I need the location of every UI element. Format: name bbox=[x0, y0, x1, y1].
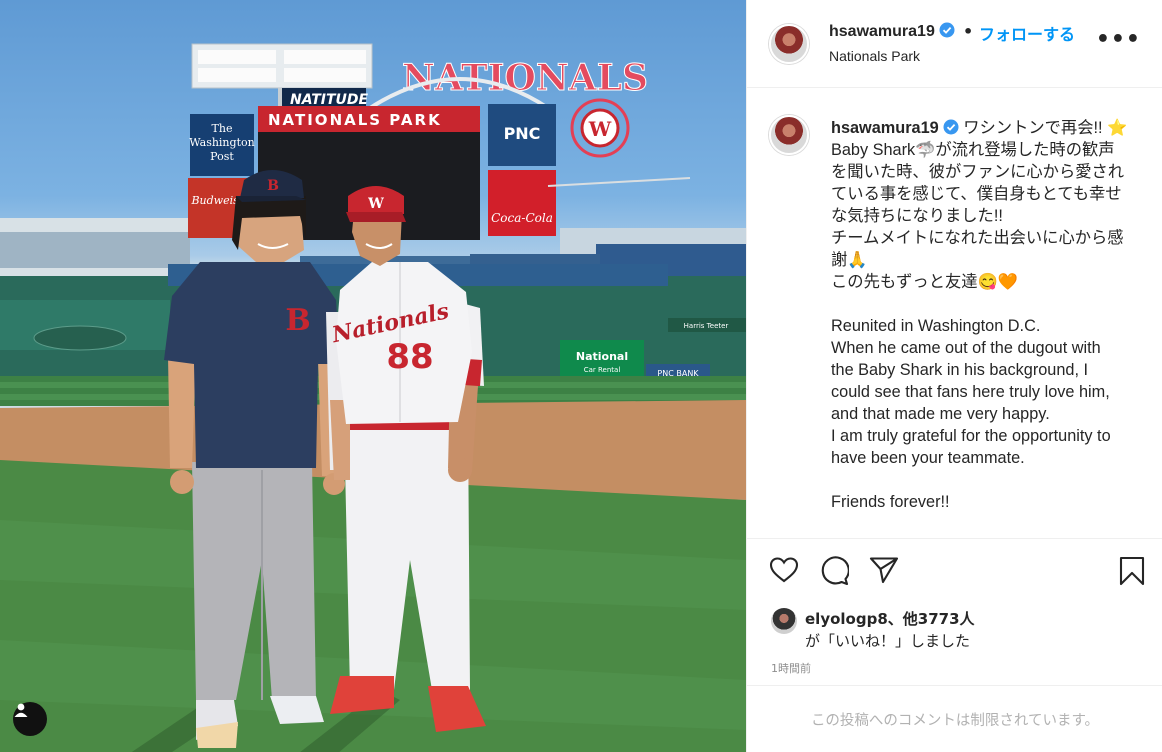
liker-username[interactable]: elyologp8 bbox=[805, 610, 888, 628]
caption-english-line: and that made me very happy. bbox=[831, 405, 1050, 423]
post-timestamp[interactable]: 1時間前 bbox=[771, 660, 811, 676]
action-bar bbox=[747, 538, 1162, 602]
red-sox-logo: B bbox=[285, 303, 310, 338]
caption-english-line: have been your teammate. bbox=[831, 449, 1025, 467]
follow-button[interactable]: フォローする bbox=[979, 21, 1075, 45]
comments-disabled-notice: この投稿へのコメントは制限されています。 bbox=[747, 685, 1162, 752]
svg-text:PNC: PNC bbox=[504, 124, 541, 143]
svg-text:The: The bbox=[212, 122, 233, 135]
verified-icon bbox=[943, 119, 959, 135]
caption-line: な気持ちになりました!! bbox=[831, 207, 1003, 225]
caption-line: 謝🙏 bbox=[831, 251, 868, 269]
caption-line: ている事を感じて、僕自身もとても幸せ bbox=[831, 185, 1122, 203]
caption-line: Baby Shark🦈が流れ登場した時の歓声 bbox=[831, 141, 1115, 159]
svg-text:Coca-Cola: Coca-Cola bbox=[491, 211, 553, 225]
caption-line: チームメイトになれた出会いに心から感 bbox=[831, 229, 1124, 247]
svg-text:Harris Teeter: Harris Teeter bbox=[684, 322, 729, 330]
svg-text:Post: Post bbox=[210, 150, 234, 163]
likes-count[interactable]: 、他3773人 bbox=[888, 610, 975, 628]
caption-line: この先もずっと友達😋🧡 bbox=[831, 273, 1019, 291]
avatar[interactable] bbox=[769, 24, 809, 64]
caption-english-line: I am truly grateful for the opportunity … bbox=[831, 427, 1111, 445]
jersey-number: 88 bbox=[386, 337, 433, 377]
user-tag-icon bbox=[14, 703, 28, 717]
comment-icon[interactable] bbox=[819, 556, 849, 586]
liker-avatar[interactable] bbox=[771, 608, 797, 634]
caption-username[interactable]: hsawamura19 bbox=[831, 119, 959, 137]
caption-line: ワシントンで再会!! ⭐ bbox=[963, 119, 1128, 137]
svg-text:National: National bbox=[576, 350, 628, 363]
caption-avatar[interactable] bbox=[769, 115, 809, 155]
likes-suffix: が「いいね！」しました bbox=[805, 632, 971, 650]
svg-text:W: W bbox=[588, 117, 612, 141]
bookmark-icon[interactable] bbox=[1119, 556, 1145, 586]
svg-text:W: W bbox=[367, 196, 384, 212]
post-sidebar: hsawamura19 • フォローする Nationals Park ••• … bbox=[746, 0, 1162, 752]
post-header: hsawamura19 • フォローする Nationals Park ••• bbox=[747, 0, 1162, 88]
separator-dot: • bbox=[963, 22, 974, 41]
verified-icon bbox=[939, 22, 955, 38]
heart-icon[interactable] bbox=[769, 556, 799, 584]
svg-text:NATIONALS PARK: NATIONALS PARK bbox=[268, 111, 442, 129]
caption-english-line: Reunited in Washington D.C. bbox=[831, 317, 1041, 335]
caption-closing: Friends forever!! bbox=[831, 493, 950, 511]
caption-text: hsawamura19 ワシントンで再会!! ⭐ Baby Shark🦈が流れ登… bbox=[831, 117, 1151, 513]
svg-text:Car Rental: Car Rental bbox=[584, 366, 621, 374]
caption-english-line: When he came out of the dugout with bbox=[831, 339, 1101, 357]
stadium-scene: NATIONALS NATITUDE NATIONALS PARK The Wa… bbox=[0, 43, 746, 752]
caption-english-line: the Baby Shark in his background, I bbox=[831, 361, 1089, 379]
svg-text:NATITUDE: NATITUDE bbox=[290, 92, 369, 108]
post-username[interactable]: hsawamura19 bbox=[829, 22, 955, 41]
caption-line: を聞いた時、彼がファンに心から愛され bbox=[831, 163, 1125, 181]
caption-area: hsawamura19 ワシントンで再会!! ⭐ Baby Shark🦈が流れ登… bbox=[747, 89, 1162, 537]
caption-english-line: could see that fans here truly love him, bbox=[831, 383, 1110, 401]
share-icon[interactable] bbox=[869, 556, 899, 584]
svg-text:Washington: Washington bbox=[189, 136, 254, 149]
post-location[interactable]: Nationals Park bbox=[829, 48, 920, 64]
post-photo[interactable]: NATIONALS NATITUDE NATIONALS PARK The Wa… bbox=[0, 0, 746, 752]
likes-summary: elyologp8、他3773人 が「いいね！」しました bbox=[771, 606, 1151, 656]
user-tag-button[interactable] bbox=[13, 702, 47, 736]
more-options-button[interactable]: ••• bbox=[1096, 29, 1141, 51]
svg-text:B: B bbox=[267, 178, 279, 194]
